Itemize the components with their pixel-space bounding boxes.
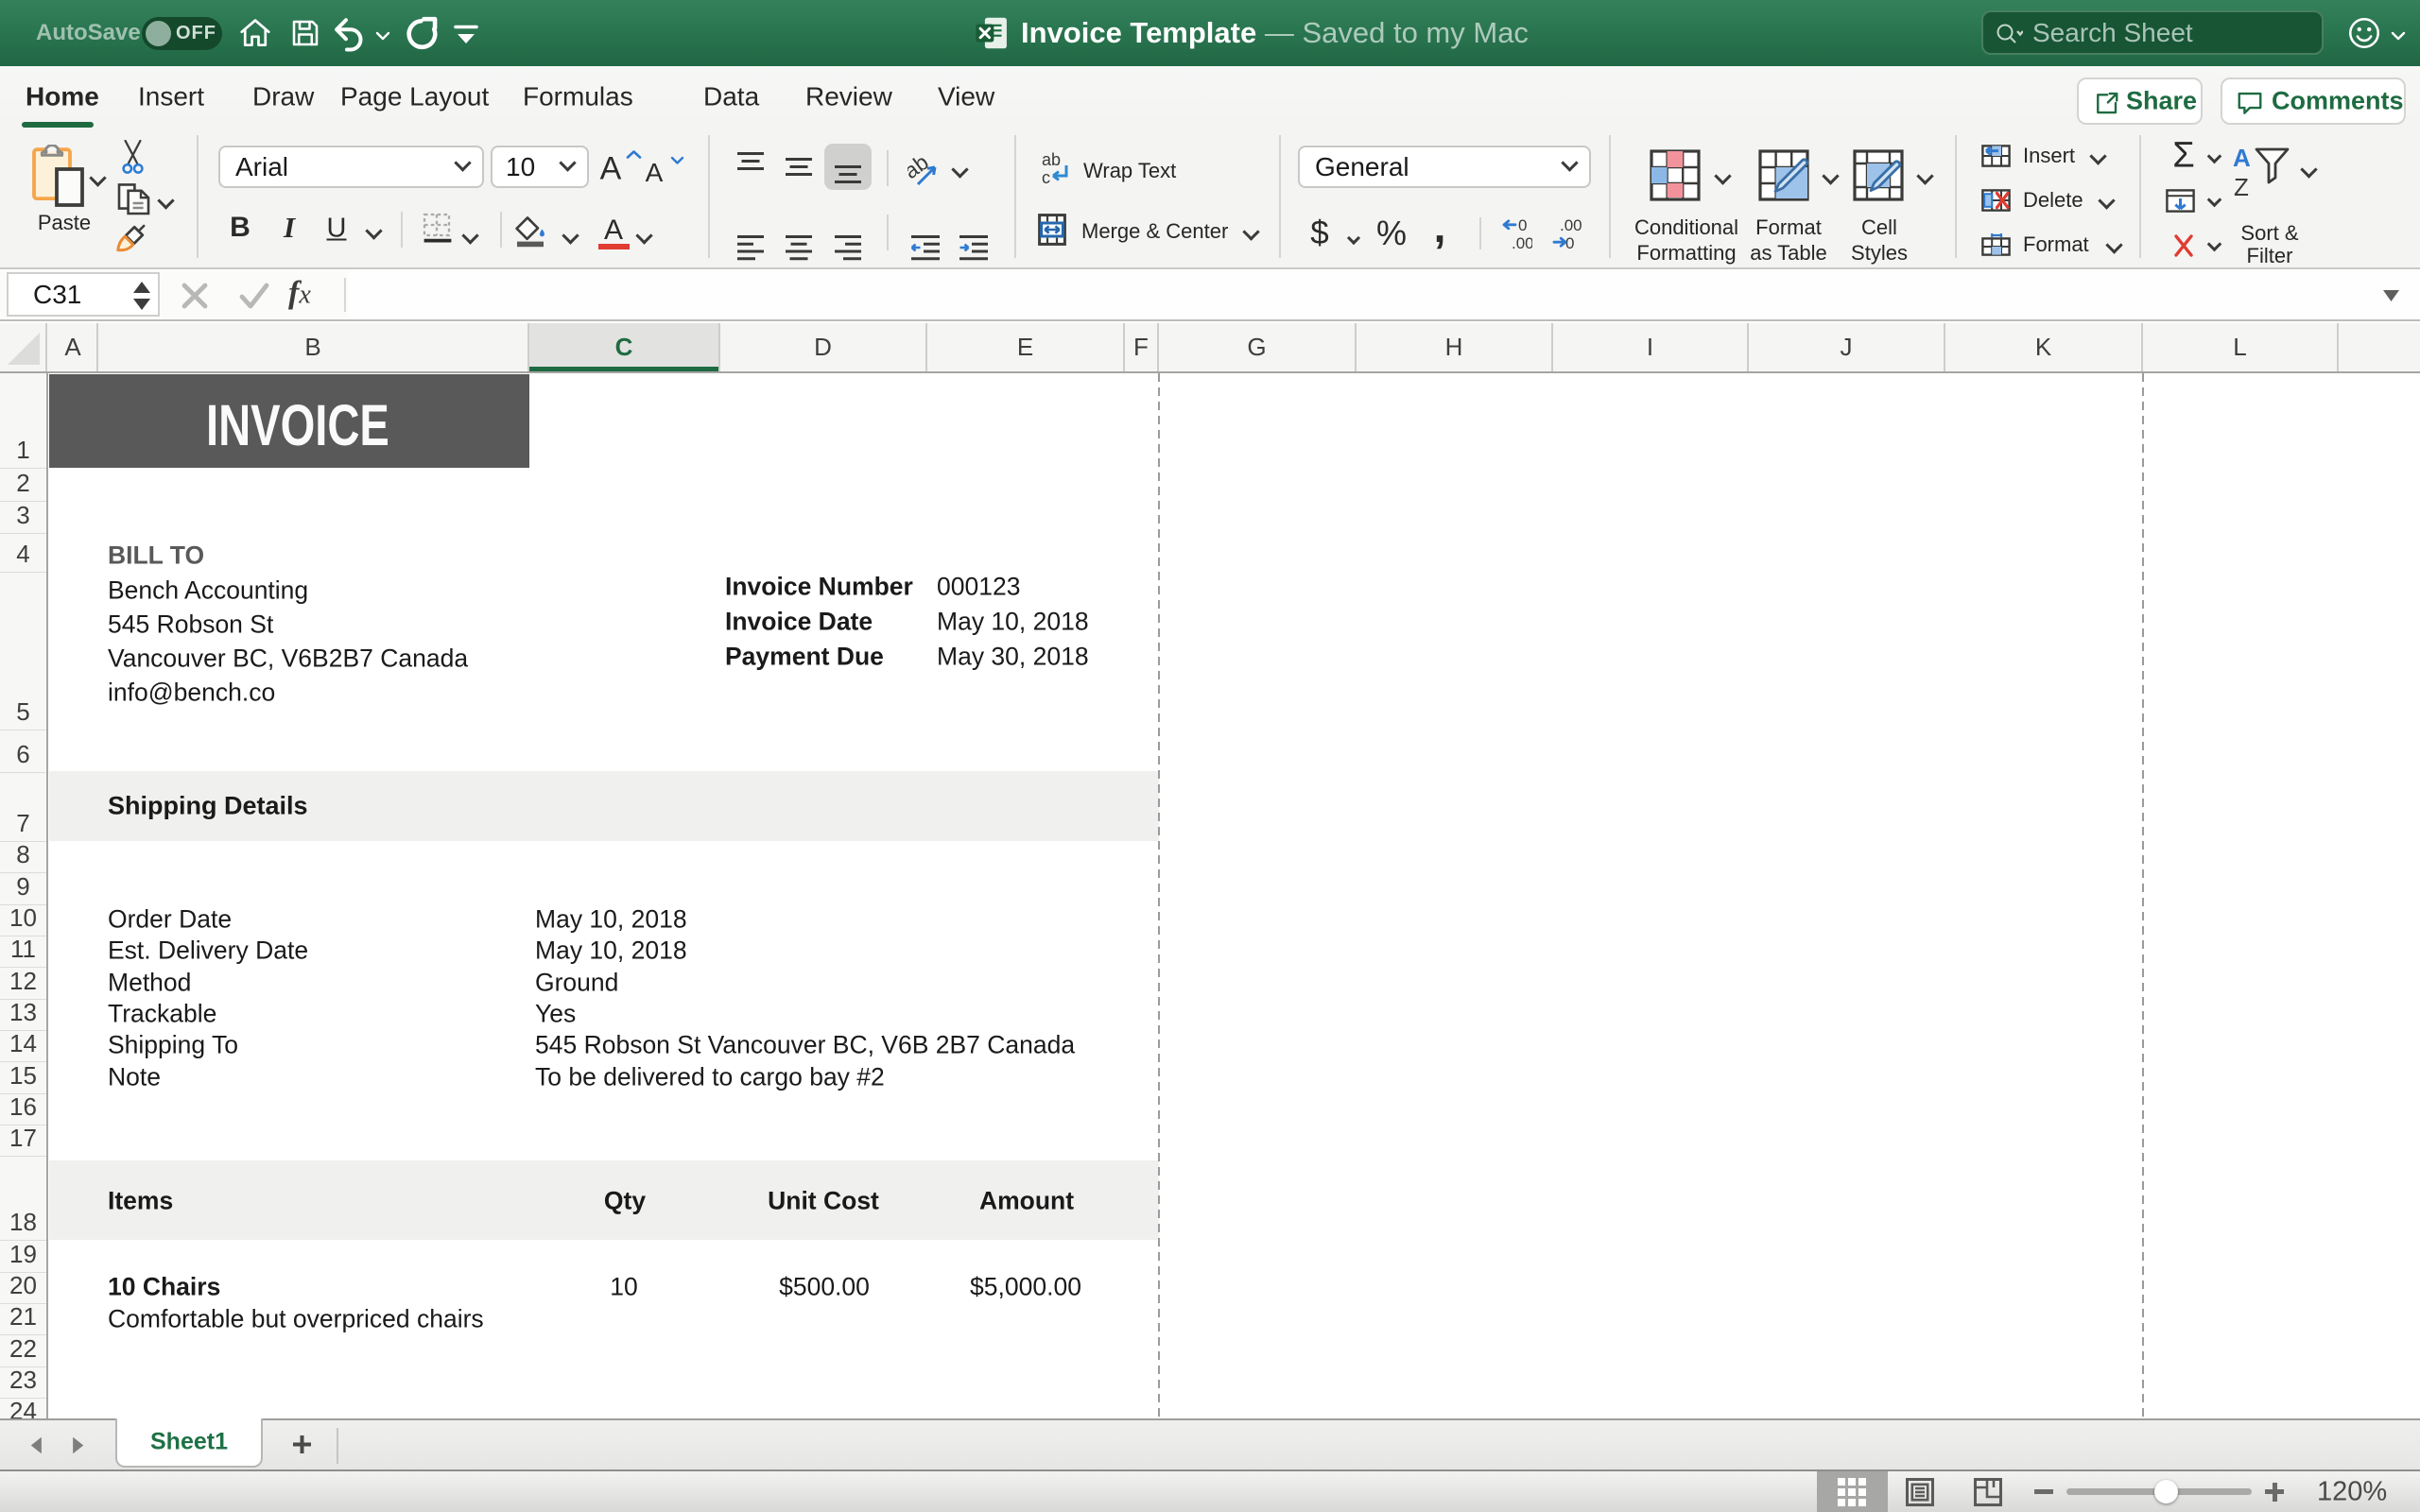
svg-text:c: c	[1042, 168, 1050, 186]
svg-text:0: 0	[1518, 216, 1527, 234]
svg-text:0: 0	[1565, 234, 1574, 250]
svg-text:ab: ab	[1042, 151, 1061, 169]
svg-text:.00: .00	[1560, 216, 1582, 234]
svg-text:Z: Z	[2234, 173, 2249, 199]
svg-text:.00: .00	[1512, 234, 1532, 250]
svg-text:A: A	[2233, 145, 2251, 172]
